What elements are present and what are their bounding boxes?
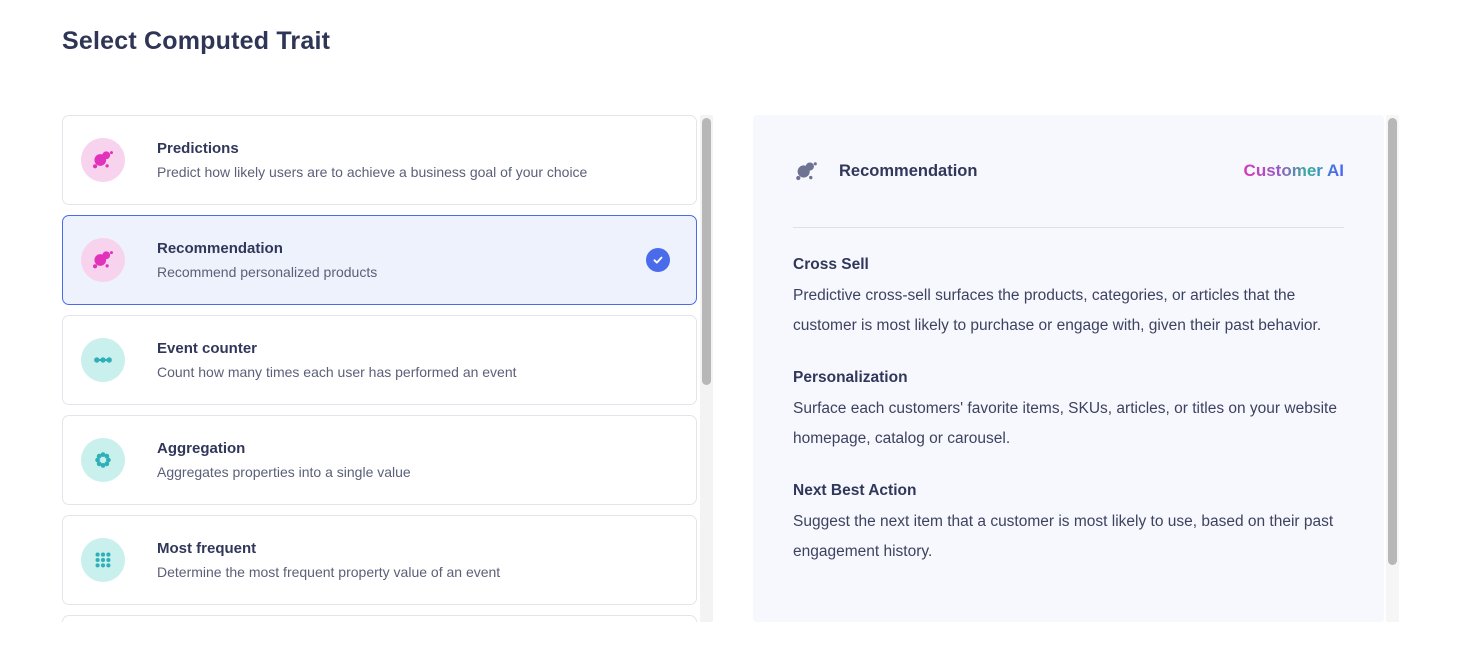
trait-title: Most frequent [157, 540, 500, 557]
trait-description: Predict how likely users are to achieve … [157, 164, 587, 180]
dot-grid-icon [81, 538, 125, 582]
section-body: Suggest the next item that a customer is… [793, 507, 1341, 567]
list-item-aggregation[interactable]: Aggregation Aggregates properties into a… [62, 415, 697, 505]
list-item-event-counter[interactable]: Event counter Count how many times each … [62, 315, 697, 405]
detail-panel-header: Recommendation Customer AI [793, 155, 1344, 187]
event-counter-icon [81, 338, 125, 382]
detail-panel-title: Recommendation [839, 162, 977, 181]
detail-panel-scrollbar[interactable] [1386, 115, 1399, 622]
selected-check-icon [646, 248, 670, 272]
trait-list: Predictions Predict how likely users are… [62, 115, 697, 622]
detail-panel: Recommendation Customer AI Cross Sell Pr… [753, 115, 1384, 622]
section-personalization: Personalization Surface each customers' … [793, 369, 1344, 454]
trait-description: Count how many times each user has perfo… [157, 364, 517, 380]
trait-description: Recommend personalized products [157, 264, 377, 280]
detail-panel-scrollbar-thumb[interactable] [1388, 118, 1397, 565]
aggregation-icon [81, 438, 125, 482]
page-title: Select Computed Trait [62, 27, 330, 56]
section-heading: Next Best Action [793, 482, 1344, 500]
customer-ai-badge: Customer AI [1244, 161, 1344, 181]
section-body: Predictive cross-sell surfaces the produ… [793, 281, 1341, 341]
list-item-most-frequent[interactable]: Most frequent Determine the most frequen… [62, 515, 697, 605]
cluster-icon [793, 158, 820, 185]
trait-description: Aggregates properties into a single valu… [157, 464, 411, 480]
list-item-partial[interactable] [62, 615, 697, 622]
trait-list-scrollbar-thumb[interactable] [702, 118, 711, 385]
section-heading: Cross Sell [793, 256, 1344, 274]
trait-title: Event counter [157, 340, 517, 357]
trait-title: Recommendation [157, 240, 377, 257]
section-cross-sell: Cross Sell Predictive cross-sell surface… [793, 256, 1344, 341]
section-next-best-action: Next Best Action Suggest the next item t… [793, 482, 1344, 567]
trait-title: Predictions [157, 140, 587, 157]
section-body: Surface each customers' favorite items, … [793, 394, 1341, 454]
cluster-icon [81, 238, 125, 282]
list-item-recommendation[interactable]: Recommendation Recommend personalized pr… [62, 215, 697, 305]
trait-list-scrollbar[interactable] [700, 115, 713, 622]
list-item-predictions[interactable]: Predictions Predict how likely users are… [62, 115, 697, 205]
divider [793, 227, 1344, 228]
section-heading: Personalization [793, 369, 1344, 387]
trait-description: Determine the most frequent property val… [157, 564, 500, 580]
cluster-icon [81, 138, 125, 182]
trait-title: Aggregation [157, 440, 411, 457]
